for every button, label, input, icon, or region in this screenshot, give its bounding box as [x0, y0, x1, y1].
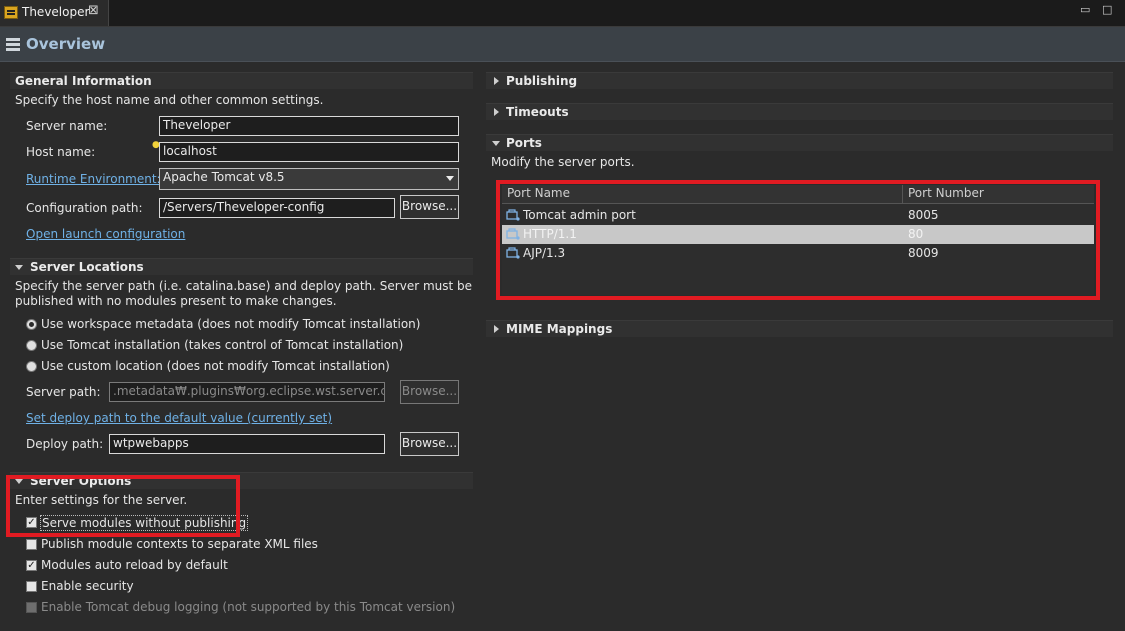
server-name-input[interactable]: Theveloper: [159, 116, 459, 136]
collapse-icon[interactable]: [15, 265, 23, 270]
radio-workspace-metadata[interactable]: [26, 319, 37, 330]
deploy-path-input[interactable]: wtpwebapps: [109, 434, 385, 454]
page-title: Overview: [26, 35, 106, 53]
overview-header: Overview: [0, 27, 1125, 62]
editor-tab-bar: Theveloper ⊠ ▭ □: [0, 0, 1125, 27]
checkbox-publish-module-contexts-label: Publish module contexts to separate XML …: [41, 537, 318, 551]
set-deploy-path-default-link[interactable]: Set deploy path to the default value (cu…: [26, 411, 332, 425]
checkbox-modules-auto-reload[interactable]: ✓: [26, 560, 37, 571]
configuration-path-label: Configuration path:: [26, 201, 143, 215]
highlight-box-server-options: [6, 475, 240, 537]
general-info-desc: Specify the host name and other common s…: [15, 93, 324, 107]
radio-tomcat-installation[interactable]: [26, 340, 37, 351]
radio-workspace-metadata-label: Use workspace metadata (does not modify …: [41, 317, 421, 331]
collapse-icon[interactable]: [492, 141, 500, 146]
close-icon[interactable]: ⊠: [88, 3, 99, 18]
host-name-input[interactable]: localhost: [159, 142, 459, 162]
timeouts-section-header[interactable]: [486, 103, 1113, 120]
runtime-environment-link[interactable]: Runtime Environment:: [26, 172, 161, 186]
server-name-label: Server name:: [26, 119, 108, 133]
general-info-title: General Information: [15, 74, 152, 88]
server-editor-icon: [4, 6, 18, 19]
checkbox-enable-security-label: Enable security: [41, 579, 134, 593]
runtime-environment-select[interactable]: Apache Tomcat v8.5: [159, 168, 459, 190]
publishing-title: Publishing: [506, 74, 578, 88]
checkbox-enable-debug-logging-label: Enable Tomcat debug logging (not support…: [41, 600, 456, 614]
checkbox-enable-security[interactable]: [26, 581, 37, 592]
expand-icon[interactable]: [494, 108, 499, 116]
publishing-section-header[interactable]: [486, 72, 1113, 89]
highlight-box-ports: [496, 180, 1100, 300]
radio-tomcat-installation-label: Use Tomcat installation (takes control o…: [41, 338, 404, 352]
radio-custom-location[interactable]: [26, 361, 37, 372]
expand-icon[interactable]: [494, 325, 499, 333]
server-locations-title: Server Locations: [30, 260, 144, 274]
editor-tab-theveloper[interactable]: Theveloper ⊠: [0, 0, 109, 26]
minimize-icon[interactable]: ▭: [1080, 3, 1092, 16]
checkbox-publish-module-contexts[interactable]: [26, 539, 37, 550]
ports-section-header[interactable]: [486, 134, 1113, 151]
deploy-path-browse-button[interactable]: Browse...: [400, 432, 459, 456]
ports-title: Ports: [506, 136, 542, 150]
server-path-input: .metadata₩.plugins₩org.eclipse.wst.serve…: [109, 382, 385, 402]
ports-desc: Modify the server ports.: [491, 155, 635, 169]
server-path-browse-button: Browse...: [400, 380, 459, 404]
server-locations-desc-line2: published with no modules present to mak…: [15, 294, 337, 308]
server-locations-desc-line1: Specify the server path (i.e. catalina.b…: [15, 279, 473, 293]
expand-icon[interactable]: [494, 77, 499, 85]
configuration-path-input[interactable]: /Servers/Theveloper-config: [159, 198, 395, 218]
checkbox-enable-debug-logging: [26, 602, 37, 613]
server-path-label: Server path:: [26, 385, 101, 399]
runtime-environment-value: Apache Tomcat v8.5: [163, 170, 285, 184]
host-name-label: Host name:: [26, 145, 96, 159]
chevron-down-icon: [446, 176, 454, 181]
checkbox-modules-auto-reload-label: Modules auto reload by default: [41, 558, 228, 572]
open-launch-configuration-link[interactable]: Open launch configuration: [26, 227, 185, 241]
maximize-icon[interactable]: □: [1102, 3, 1114, 16]
deploy-path-label: Deploy path:: [26, 437, 104, 451]
server-icon: [6, 38, 20, 52]
timeouts-title: Timeouts: [506, 105, 569, 119]
mime-mappings-title: MIME Mappings: [506, 322, 613, 336]
radio-custom-location-label: Use custom location (does not modify Tom…: [41, 359, 390, 373]
tab-label: Theveloper: [22, 5, 90, 19]
config-browse-button[interactable]: Browse...: [400, 195, 459, 219]
